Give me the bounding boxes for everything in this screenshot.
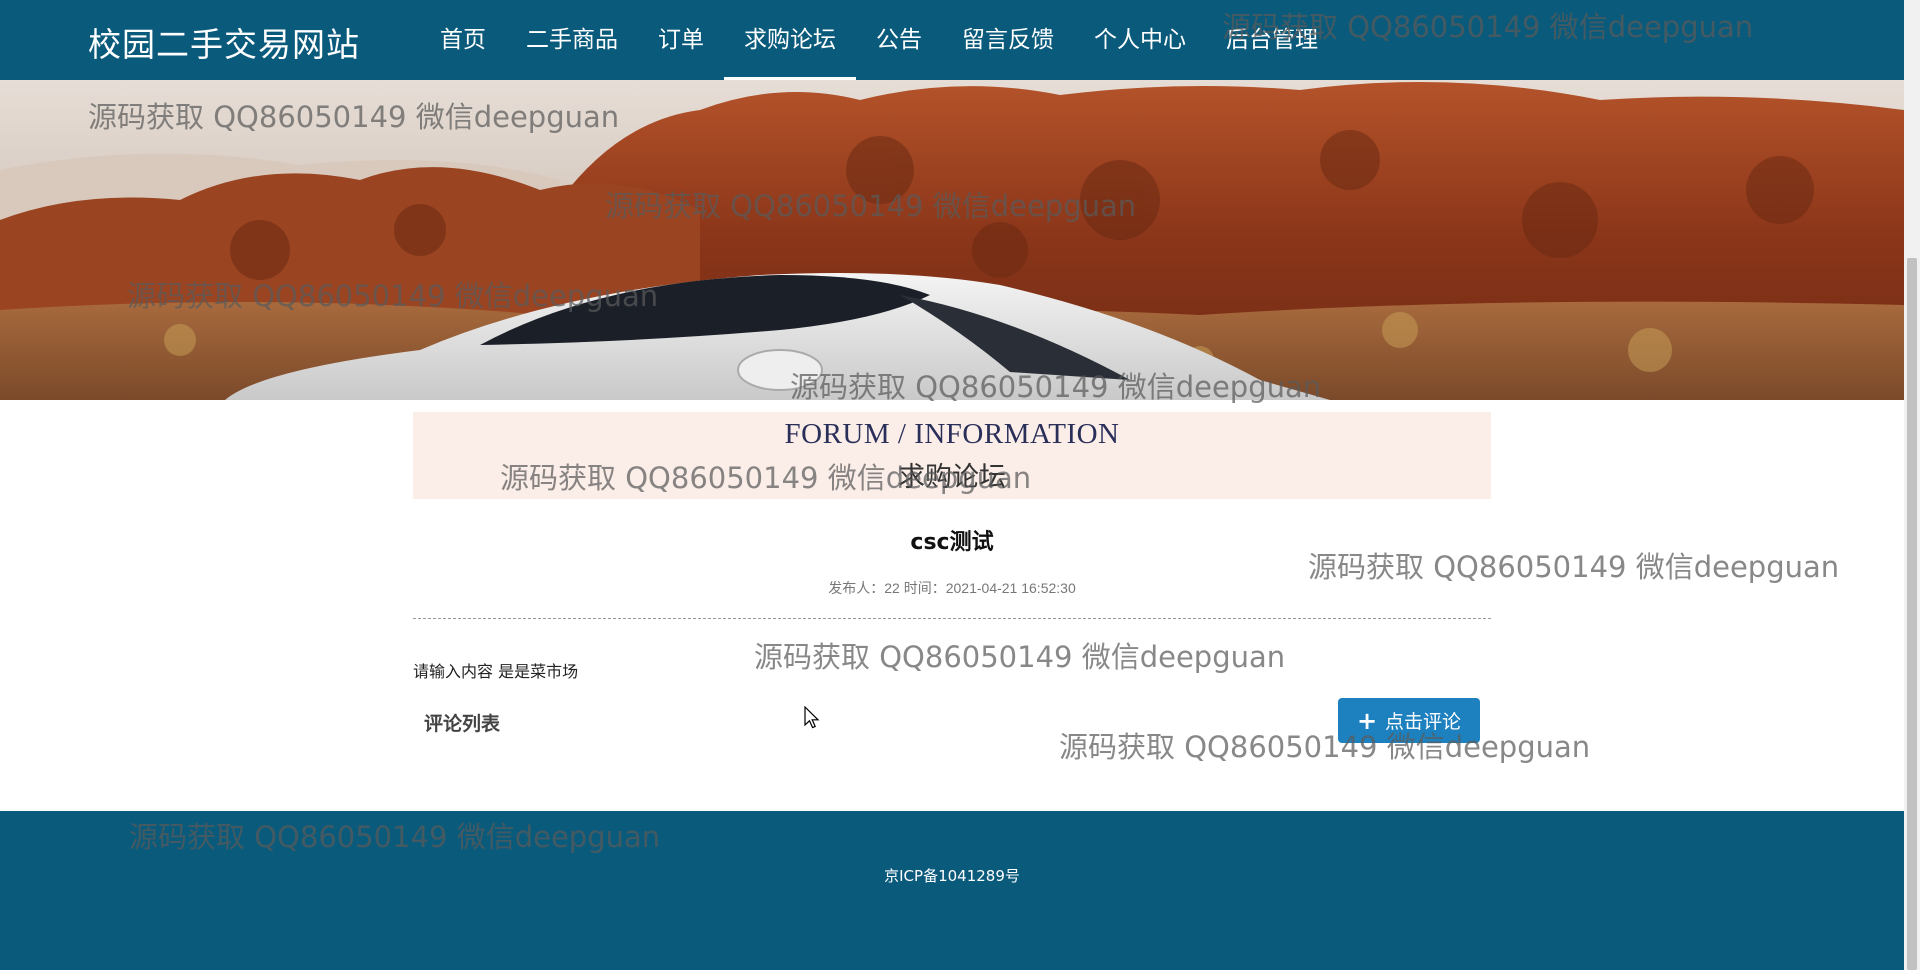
- nav-item-admin[interactable]: 后台管理: [1206, 0, 1338, 80]
- add-comment-button[interactable]: + 点击评论: [1338, 698, 1480, 743]
- banner-image: [0, 80, 1904, 400]
- divider: [413, 618, 1491, 619]
- section-title-zh: 求购论坛: [898, 462, 1006, 493]
- mouse-cursor-icon: [804, 706, 820, 729]
- watermark-text: 源码获取 QQ86050149 微信deepguan: [754, 640, 1286, 674]
- footer-icp: 京ICP备1041289号: [884, 867, 1020, 885]
- watermark-text: 源码获取 QQ86050149 微信deepguan: [1059, 730, 1591, 764]
- post-content: 请输入内容 是是菜市场: [413, 662, 579, 681]
- plus-icon: +: [1356, 706, 1378, 735]
- banner-illustration: [0, 80, 1904, 400]
- section-header: FORUM / INFORMATION 求购论坛: [413, 412, 1491, 499]
- nav-item-forum[interactable]: 求购论坛: [724, 0, 856, 80]
- site-logo[interactable]: 校园二手交易网站: [88, 18, 360, 66]
- section-title-en: FORUM / INFORMATION: [784, 418, 1120, 450]
- nav-item-orders[interactable]: 订单: [638, 0, 724, 80]
- post-title: csc测试: [910, 530, 994, 555]
- nav-item-feedback[interactable]: 留言反馈: [942, 0, 1074, 80]
- nav-item-products[interactable]: 二手商品: [506, 0, 638, 80]
- comment-list-title: 评论列表: [424, 713, 501, 735]
- add-comment-label: 点击评论: [1385, 711, 1462, 733]
- nav-menu: 首页 二手商品 订单 求购论坛 公告 留言反馈 个人中心 后台管理: [420, 0, 1338, 80]
- scrollbar-thumb[interactable]: [1907, 258, 1917, 970]
- nav-item-announcements[interactable]: 公告: [856, 0, 942, 80]
- nav-item-home[interactable]: 首页: [420, 0, 506, 80]
- nav-item-profile[interactable]: 个人中心: [1074, 0, 1206, 80]
- post-meta: 发布人：22 时间：2021-04-21 16:52:30: [828, 580, 1076, 596]
- footer: 京ICP备1041289号: [0, 811, 1904, 970]
- top-navbar: 校园二手交易网站 首页 二手商品 订单 求购论坛 公告 留言反馈 个人中心 后台…: [0, 0, 1904, 80]
